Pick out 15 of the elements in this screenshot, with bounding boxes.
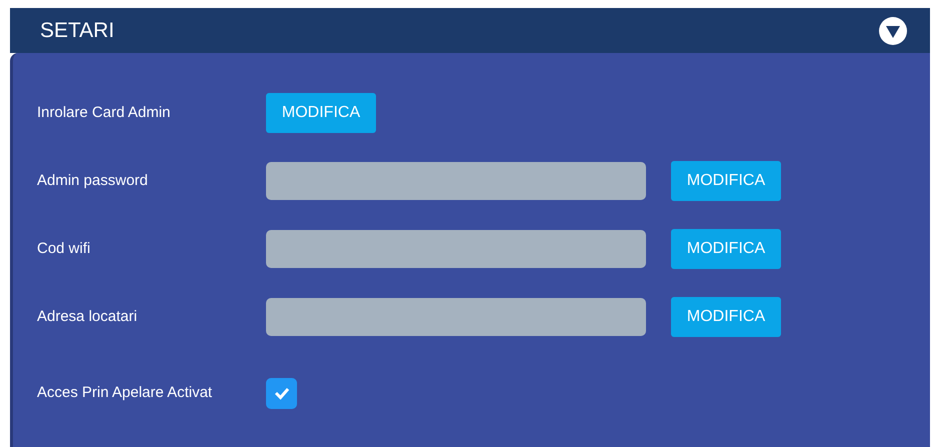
field-label: Acces Prin Apelare Activat [37,382,214,403]
field-label: Adresa locatari [37,306,138,327]
field-label: Admin password [37,170,149,191]
field-label: Inrolare Card Admin [37,102,172,123]
input-field[interactable] [266,230,646,268]
modify-button[interactable]: MODIFICA [671,229,781,269]
modify-button[interactable]: MODIFICA [671,297,781,337]
collapse-icon[interactable] [878,16,908,46]
input-field[interactable] [266,162,646,200]
checkbox[interactable] [266,378,297,408]
panel-title: SETARI [40,18,114,44]
input-field[interactable] [266,298,646,336]
field-label: Cod wifi [37,238,92,259]
modify-button[interactable]: MODIFICA [266,93,376,133]
modify-button[interactable]: MODIFICA [671,161,781,201]
